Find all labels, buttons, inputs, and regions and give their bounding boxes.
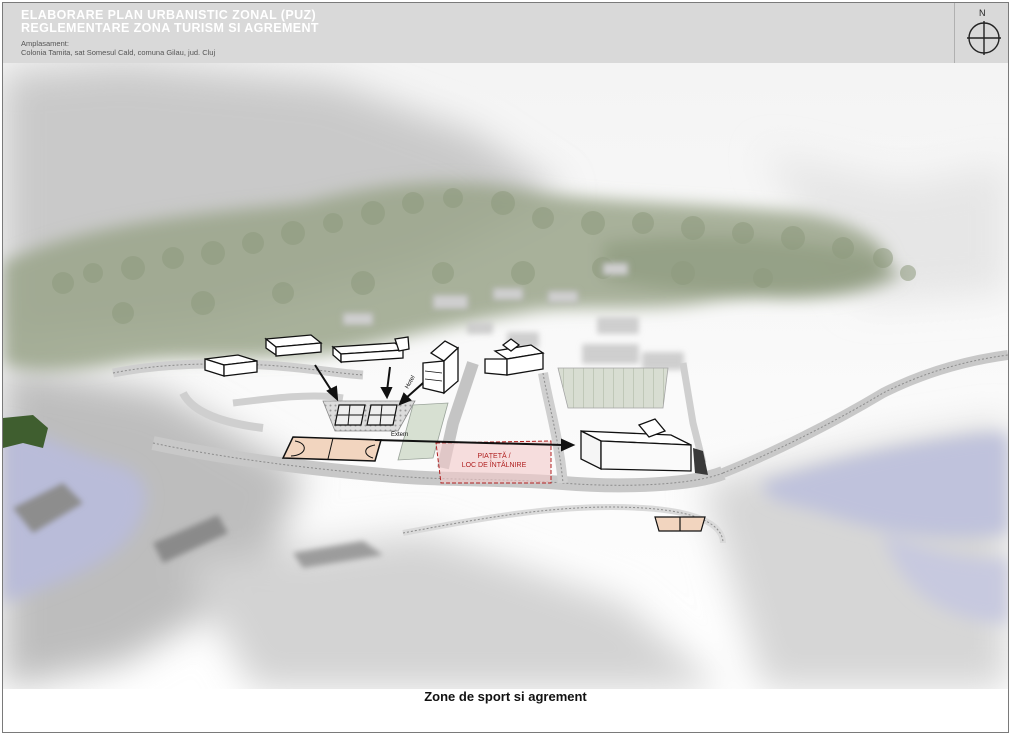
location-value: Colonia Tamita, sat Somesul Cald, comuna… xyxy=(21,48,216,57)
north-label: N xyxy=(979,8,986,18)
parking-lot xyxy=(557,367,669,409)
tennis-court-left xyxy=(334,404,366,426)
compass-divider xyxy=(954,3,955,63)
sport-court xyxy=(281,436,382,462)
plaza-label-line1: PIAȚETĂ / xyxy=(477,451,510,460)
project-subtitle: REGLEMENTARE ZONA TURISM SI AGREMENT xyxy=(21,21,319,35)
location-label: Amplasament: xyxy=(21,39,69,48)
extern-label: Extern xyxy=(391,432,408,438)
north-arrow-icon xyxy=(967,21,1001,55)
drawing-sheet: ELABORARE PLAN URBANISTIC ZONAL (PUZ) RE… xyxy=(2,2,1009,733)
tennis-court-bottom xyxy=(654,516,706,532)
title-block: ELABORARE PLAN URBANISTIC ZONAL (PUZ) RE… xyxy=(3,3,1008,63)
figure-caption: Zone de sport si agrement xyxy=(424,689,587,704)
plaza-label-line2: LOC DE ÎNTÂLNIRE xyxy=(462,460,527,469)
tennis-court-right xyxy=(366,404,398,426)
site-aerial-view: PIAȚETĂ / LOC DE ÎNTÂLNIRE Hotel Extern xyxy=(3,63,1008,689)
